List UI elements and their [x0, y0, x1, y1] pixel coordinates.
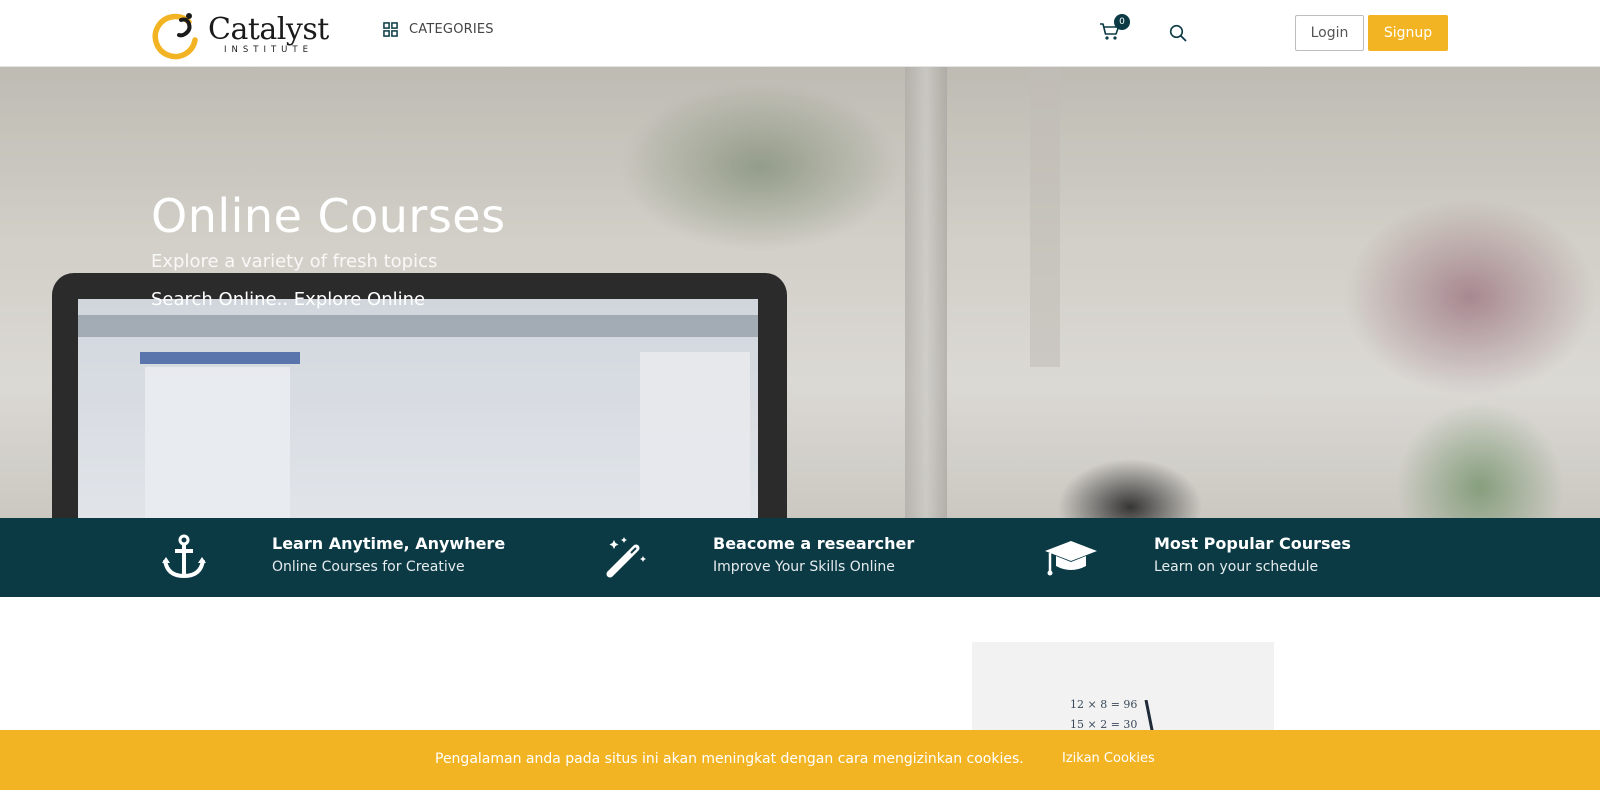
- categories-menu[interactable]: CATEGORIES: [383, 22, 494, 37]
- magic-wand-icon: [606, 537, 646, 578]
- feature-description: Learn on your schedule: [1154, 559, 1319, 575]
- feature-band: Learn Anytime, Anywhere Online Courses f…: [0, 518, 1600, 597]
- feature-title: Beacome a researcher: [713, 534, 915, 553]
- hero-title: Online Courses: [151, 189, 506, 243]
- cart-count-badge: 0: [1114, 14, 1130, 30]
- grid-icon: [383, 22, 398, 37]
- categories-label: CATEGORIES: [409, 22, 494, 37]
- allow-cookies-button[interactable]: Izikan Cookies: [1062, 751, 1155, 766]
- hero-subtitle: Explore a variety of fresh topics: [151, 251, 438, 272]
- feature-item: Learn Anytime, Anywhere Online Courses f…: [151, 518, 551, 597]
- search-icon[interactable]: [1169, 24, 1187, 42]
- feature-description: Online Courses for Creative: [272, 559, 465, 575]
- feature-title: Learn Anytime, Anywhere: [272, 534, 506, 553]
- cookie-banner: Pengalaman anda pada situs ini akan meni…: [0, 730, 1600, 790]
- cookie-message: Pengalaman anda pada situs ini akan meni…: [435, 751, 1024, 767]
- feature-description: Improve Your Skills Online: [713, 559, 895, 575]
- feature-item: Beacome a researcher Improve Your Skills…: [592, 518, 992, 597]
- site-header: Catalyst INSTITUTE CATEGORIES 0 Login Si…: [0, 0, 1600, 67]
- anchor-icon: [162, 534, 206, 579]
- feature-title: Most Popular Courses: [1154, 534, 1351, 553]
- logo-mark-icon: [152, 13, 198, 60]
- hero-tagline: Search Online.. Explore Online: [151, 289, 426, 310]
- hero-banner: Online Courses Explore a variety of fres…: [0, 67, 1600, 518]
- logo-subtitle: INSTITUTE: [224, 45, 313, 55]
- graduation-cap-icon: [1045, 541, 1097, 576]
- login-button[interactable]: Login: [1295, 15, 1364, 51]
- math-line: 12 × 8 = 96: [1070, 698, 1138, 711]
- logo[interactable]: Catalyst INSTITUTE: [151, 8, 331, 60]
- feature-item: Most Popular Courses Learn on your sched…: [1033, 518, 1433, 597]
- signup-button[interactable]: Signup: [1368, 15, 1448, 51]
- logo-title: Catalyst: [208, 12, 329, 47]
